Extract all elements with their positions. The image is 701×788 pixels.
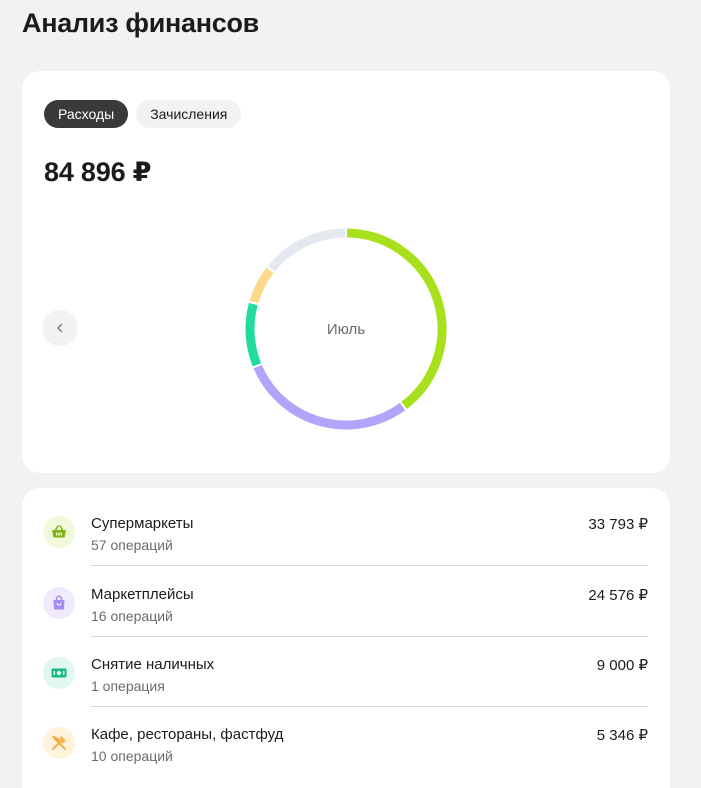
category-name: Снятие наличных (91, 656, 215, 673)
operations-count: 10 операций (91, 748, 173, 764)
operations-count: 1 операция (91, 678, 165, 694)
operations-count: 57 операций (91, 537, 173, 553)
category-name: Маркетплейсы (91, 586, 194, 603)
cash-withdrawal-icon-badge (43, 657, 75, 689)
month-label: Июль (326, 320, 366, 338)
category-name: Кафе, рестораны, фастфуд (91, 726, 284, 743)
category-amount: 24 576 ₽ (588, 587, 648, 604)
previous-month-button[interactable] (42, 310, 78, 346)
category-amount: 5 346 ₽ (596, 727, 648, 744)
type-tabs: Расходы Зачисления (44, 100, 242, 128)
category-amount: 9 000 ₽ (596, 657, 648, 674)
list-item-cafes-restaurants[interactable]: Кафе, рестораны, фастфуд 10 операций 5 3… (22, 699, 670, 769)
list-item-marketplaces[interactable]: Маркетплейсы 16 операций 24 576 ₽ (22, 559, 670, 637)
tab-incoming[interactable]: Зачисления (136, 100, 242, 128)
cafes-icon-badge (43, 727, 75, 759)
list-item-supermarkets[interactable]: Супермаркеты 57 операций 33 793 ₽ (22, 488, 670, 566)
supermarkets-icon-badge (43, 516, 75, 548)
total-amount: 84 896 ₽ (44, 157, 152, 187)
cash-icon (51, 668, 67, 678)
page-title: Анализ финансов (22, 8, 259, 38)
expenses-donut-chart: Июль (241, 224, 451, 434)
shopping-bag-icon (53, 595, 65, 610)
marketplaces-icon-badge (43, 587, 75, 619)
list-item-cash-withdrawal[interactable]: Снятие наличных 1 операция 9 000 ₽ (22, 629, 670, 707)
fork-knife-icon (51, 735, 66, 750)
category-name: Супермаркеты (91, 515, 194, 532)
chevron-left-icon (57, 323, 63, 333)
expenses-chart-card: Расходы Зачисления 84 896 ₽ Июль (22, 71, 670, 473)
operations-count: 16 операций (91, 608, 173, 624)
category-list: Супермаркеты 57 операций 33 793 ₽ Маркет… (22, 488, 670, 788)
basket-icon (52, 525, 66, 538)
category-amount: 33 793 ₽ (588, 516, 648, 533)
tab-expenses[interactable]: Расходы (44, 100, 129, 128)
